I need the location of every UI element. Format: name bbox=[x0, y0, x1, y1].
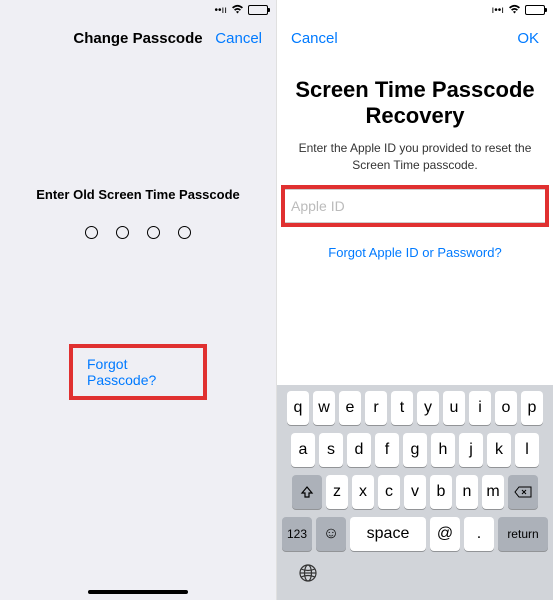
page-title: Screen Time Passcode Recovery bbox=[277, 77, 553, 130]
wifi-icon bbox=[508, 4, 521, 17]
forgot-passcode-link[interactable]: Forgot Passcode? bbox=[87, 356, 189, 388]
passcode-dots bbox=[0, 226, 276, 239]
period-key[interactable]: . bbox=[464, 517, 494, 551]
key-b[interactable]: b bbox=[430, 475, 452, 509]
key-s[interactable]: s bbox=[319, 433, 343, 467]
signal-icon: ••ıı bbox=[214, 5, 227, 16]
keyboard: qwertyuiop asdfghjkl zxcvbnm 123 ☺ space… bbox=[277, 385, 553, 600]
key-l[interactable]: l bbox=[515, 433, 539, 467]
recovery-screen: ı••ı Cancel OK Screen Time Passcode Reco… bbox=[276, 0, 553, 600]
cancel-button[interactable]: Cancel bbox=[212, 30, 262, 47]
key-row-4: 123 ☺ space @ . return bbox=[280, 517, 550, 551]
wifi-icon bbox=[231, 4, 244, 17]
passcode-prompt: Enter Old Screen Time Passcode bbox=[0, 187, 276, 202]
key-z[interactable]: z bbox=[326, 475, 348, 509]
key-x[interactable]: x bbox=[352, 475, 374, 509]
highlight-box bbox=[281, 185, 549, 227]
key-f[interactable]: f bbox=[375, 433, 399, 467]
emoji-key[interactable]: ☺ bbox=[316, 517, 346, 551]
key-q[interactable]: q bbox=[287, 391, 309, 425]
passcode-dot bbox=[85, 226, 98, 239]
key-u[interactable]: u bbox=[443, 391, 465, 425]
passcode-dot bbox=[178, 226, 191, 239]
forgot-apple-id-link[interactable]: Forgot Apple ID or Password? bbox=[277, 245, 553, 260]
key-c[interactable]: c bbox=[378, 475, 400, 509]
key-e[interactable]: e bbox=[339, 391, 361, 425]
key-i[interactable]: i bbox=[469, 391, 491, 425]
key-p[interactable]: p bbox=[521, 391, 543, 425]
key-h[interactable]: h bbox=[431, 433, 455, 467]
cancel-button[interactable]: Cancel bbox=[291, 30, 341, 47]
nav-bar: Change Passcode Cancel bbox=[0, 20, 276, 57]
highlight-box: Forgot Passcode? bbox=[69, 344, 207, 400]
key-r[interactable]: r bbox=[365, 391, 387, 425]
return-key[interactable]: return bbox=[498, 517, 548, 551]
key-m[interactable]: m bbox=[482, 475, 504, 509]
ok-button[interactable]: OK bbox=[489, 30, 539, 47]
shift-key[interactable] bbox=[292, 475, 322, 509]
key-j[interactable]: j bbox=[459, 433, 483, 467]
battery-icon bbox=[525, 5, 545, 15]
globe-key[interactable] bbox=[280, 559, 550, 596]
key-row-3: zxcvbnm bbox=[280, 475, 550, 509]
key-t[interactable]: t bbox=[391, 391, 413, 425]
change-passcode-screen: ••ıı Change Passcode Cancel Enter Old Sc… bbox=[0, 0, 276, 600]
nav-title: Change Passcode bbox=[64, 30, 212, 47]
home-indicator[interactable] bbox=[88, 590, 188, 594]
at-key[interactable]: @ bbox=[430, 517, 460, 551]
passcode-dot bbox=[147, 226, 160, 239]
apple-id-input[interactable] bbox=[285, 189, 545, 223]
page-subtitle: Enter the Apple ID you provided to reset… bbox=[277, 140, 553, 174]
space-key[interactable]: space bbox=[350, 517, 426, 551]
signal-icon: ı••ı bbox=[491, 5, 504, 16]
status-bar: ı••ı bbox=[277, 0, 553, 20]
nav-bar: Cancel OK bbox=[277, 20, 553, 57]
key-v[interactable]: v bbox=[404, 475, 426, 509]
passcode-dot bbox=[116, 226, 129, 239]
key-row-2: asdfghjkl bbox=[280, 433, 550, 467]
key-d[interactable]: d bbox=[347, 433, 371, 467]
key-row-1: qwertyuiop bbox=[280, 391, 550, 425]
status-bar: ••ıı bbox=[0, 0, 276, 20]
key-g[interactable]: g bbox=[403, 433, 427, 467]
key-a[interactable]: a bbox=[291, 433, 315, 467]
mode-123-key[interactable]: 123 bbox=[282, 517, 312, 551]
key-y[interactable]: y bbox=[417, 391, 439, 425]
key-o[interactable]: o bbox=[495, 391, 517, 425]
key-w[interactable]: w bbox=[313, 391, 335, 425]
key-n[interactable]: n bbox=[456, 475, 478, 509]
battery-icon bbox=[248, 5, 268, 15]
key-k[interactable]: k bbox=[487, 433, 511, 467]
delete-key[interactable] bbox=[508, 475, 538, 509]
